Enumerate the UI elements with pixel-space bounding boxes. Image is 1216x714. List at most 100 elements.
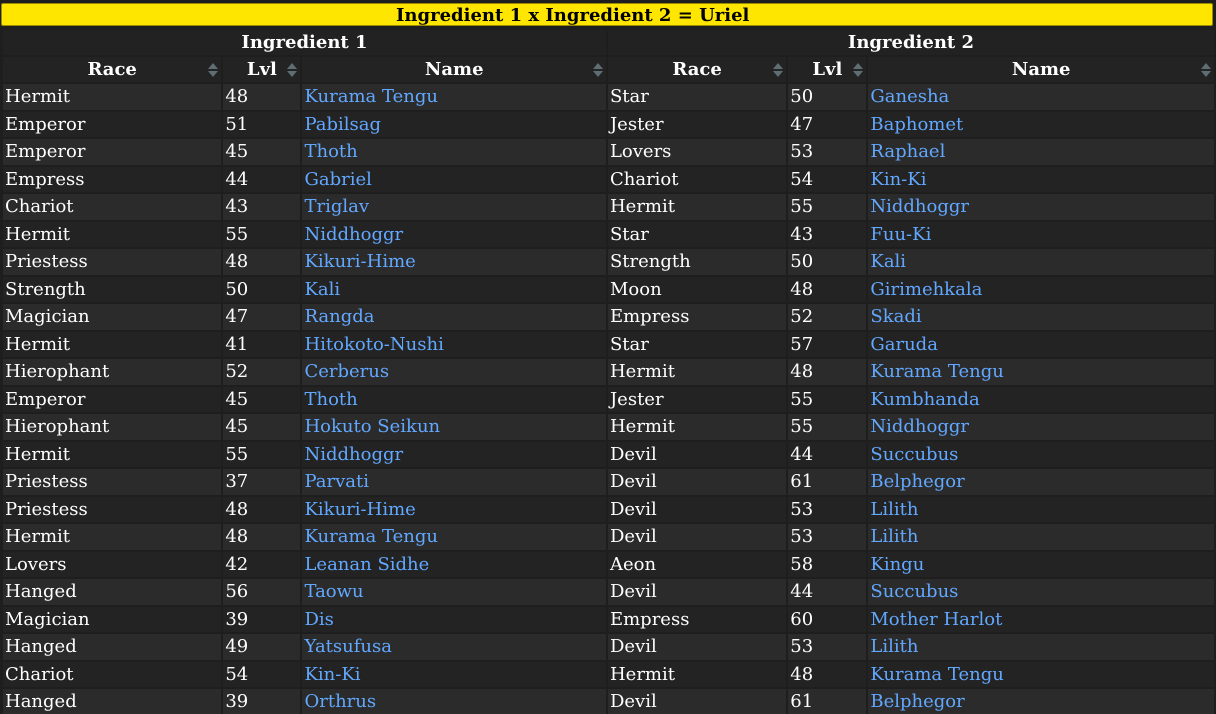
- name-1-link[interactable]: Pabilsag: [302, 111, 606, 137]
- column-header-race-2[interactable]: Race: [607, 57, 787, 82]
- race-1-cell: Priestess: [3, 469, 222, 495]
- name-1-link[interactable]: Rangda: [302, 304, 606, 330]
- name-1-link[interactable]: Hokuto Seikun: [302, 414, 606, 440]
- lvl-2-cell: 58: [788, 551, 867, 577]
- lvl-1-cell: 52: [223, 359, 301, 385]
- column-header-lvl-2[interactable]: Lvl: [788, 57, 867, 82]
- sort-icon[interactable]: [1201, 63, 1211, 77]
- name-2-link[interactable]: Raphael: [868, 139, 1214, 165]
- race-2-cell: Star: [607, 331, 787, 357]
- name-1-link[interactable]: Orthrus: [302, 689, 606, 714]
- name-2-link[interactable]: Lilith: [868, 634, 1214, 660]
- group-header-row: Ingredient 1 Ingredient 2: [3, 30, 1214, 55]
- name-2-link[interactable]: Baphomet: [868, 111, 1214, 137]
- column-header-name-2[interactable]: Name: [868, 57, 1214, 82]
- group-header-ingredient-2: Ingredient 2: [607, 30, 1214, 55]
- race-2-cell: Devil: [607, 469, 787, 495]
- race-2-cell: Devil: [607, 634, 787, 660]
- lvl-2-cell: 55: [788, 194, 867, 220]
- table-row: Chariot 43 Triglav Hermit 55 Niddhoggr: [3, 194, 1214, 220]
- column-header-label: Lvl: [812, 59, 843, 80]
- race-2-cell: Devil: [607, 496, 787, 522]
- lvl-1-cell: 41: [223, 331, 301, 357]
- race-1-cell: Priestess: [3, 249, 222, 275]
- lvl-1-cell: 45: [223, 414, 301, 440]
- sort-icon[interactable]: [287, 63, 298, 77]
- name-2-link[interactable]: Succubus: [868, 441, 1214, 467]
- race-2-cell: Hermit: [607, 661, 787, 687]
- name-1-link[interactable]: Leanan Sidhe: [302, 551, 606, 577]
- name-1-link[interactable]: Parvati: [302, 469, 606, 495]
- name-2-link[interactable]: Belphegor: [868, 689, 1214, 714]
- name-1-link[interactable]: Yatsufusa: [302, 634, 606, 660]
- name-1-link[interactable]: Niddhoggr: [302, 221, 606, 247]
- race-1-cell: Empress: [3, 166, 222, 192]
- name-2-link[interactable]: Kurama Tengu: [868, 359, 1214, 385]
- race-1-cell: Emperor: [3, 111, 222, 137]
- race-1-cell: Strength: [3, 276, 222, 302]
- table-row: Hierophant 52 Cerberus Hermit 48 Kurama Tengu: [3, 359, 1214, 385]
- name-2-link[interactable]: Skadi: [868, 304, 1214, 330]
- lvl-2-cell: 54: [788, 166, 867, 192]
- table-row: Hanged 56 Taowu Devil 44 Succubus: [3, 579, 1214, 605]
- name-1-link[interactable]: Gabriel: [302, 166, 606, 192]
- name-2-link[interactable]: Girimehkala: [868, 276, 1214, 302]
- race-1-cell: Hierophant: [3, 414, 222, 440]
- column-header-label: Race: [87, 59, 137, 80]
- lvl-1-cell: 47: [223, 304, 301, 330]
- name-2-link[interactable]: Niddhoggr: [868, 194, 1214, 220]
- sort-icon[interactable]: [853, 63, 864, 77]
- race-2-cell: Empress: [607, 304, 787, 330]
- name-2-link[interactable]: Ganesha: [868, 84, 1214, 110]
- lvl-1-cell: 37: [223, 469, 301, 495]
- race-1-cell: Hanged: [3, 689, 222, 714]
- name-2-link[interactable]: Mother Harlot: [868, 606, 1214, 632]
- name-2-link[interactable]: Kali: [868, 249, 1214, 275]
- name-2-link[interactable]: Succubus: [868, 579, 1214, 605]
- name-1-link[interactable]: Kali: [302, 276, 606, 302]
- column-header-lvl-1[interactable]: Lvl: [223, 57, 301, 82]
- column-header-row: Race Lvl Name Race Lvl Name: [3, 57, 1214, 82]
- name-1-link[interactable]: Niddhoggr: [302, 441, 606, 467]
- name-1-link[interactable]: Kurama Tengu: [302, 84, 606, 110]
- name-2-link[interactable]: Lilith: [868, 496, 1214, 522]
- sort-icon[interactable]: [208, 63, 219, 77]
- name-1-link[interactable]: Dis: [302, 606, 606, 632]
- column-header-race-1[interactable]: Race: [3, 57, 222, 82]
- sort-icon[interactable]: [773, 63, 784, 77]
- name-2-link[interactable]: Kumbhanda: [868, 386, 1214, 412]
- table-row: Emperor 51 Pabilsag Jester 47 Baphomet: [3, 111, 1214, 137]
- race-2-cell: Hermit: [607, 414, 787, 440]
- lvl-2-cell: 48: [788, 359, 867, 385]
- name-1-link[interactable]: Thoth: [302, 386, 606, 412]
- name-1-link[interactable]: Triglav: [302, 194, 606, 220]
- lvl-2-cell: 43: [788, 221, 867, 247]
- name-2-link[interactable]: Fuu-Ki: [868, 221, 1214, 247]
- name-1-link[interactable]: Taowu: [302, 579, 606, 605]
- name-1-link[interactable]: Kikuri-Hime: [302, 249, 606, 275]
- name-2-link[interactable]: Kingu: [868, 551, 1214, 577]
- race-2-cell: Jester: [607, 111, 787, 137]
- name-2-link[interactable]: Lilith: [868, 524, 1214, 550]
- race-1-cell: Hermit: [3, 221, 222, 247]
- name-1-link[interactable]: Hitokoto-Nushi: [302, 331, 606, 357]
- name-1-link[interactable]: Cerberus: [302, 359, 606, 385]
- name-2-link[interactable]: Kin-Ki: [868, 166, 1214, 192]
- name-1-link[interactable]: Kin-Ki: [302, 661, 606, 687]
- lvl-2-cell: 44: [788, 441, 867, 467]
- name-2-link[interactable]: Kurama Tengu: [868, 661, 1214, 687]
- name-2-link[interactable]: Garuda: [868, 331, 1214, 357]
- name-1-link[interactable]: Kikuri-Hime: [302, 496, 606, 522]
- name-1-link[interactable]: Kurama Tengu: [302, 524, 606, 550]
- name-2-link[interactable]: Niddhoggr: [868, 414, 1214, 440]
- table-row: Hierophant 45 Hokuto Seikun Hermit 55 Niddhog…: [3, 414, 1214, 440]
- column-header-name-1[interactable]: Name: [302, 57, 606, 82]
- lvl-1-cell: 51: [223, 111, 301, 137]
- lvl-2-cell: 52: [788, 304, 867, 330]
- sort-icon[interactable]: [592, 63, 603, 77]
- lvl-2-cell: 44: [788, 579, 867, 605]
- name-2-link[interactable]: Belphegor: [868, 469, 1214, 495]
- lvl-1-cell: 48: [223, 249, 301, 275]
- lvl-1-cell: 45: [223, 139, 301, 165]
- name-1-link[interactable]: Thoth: [302, 139, 606, 165]
